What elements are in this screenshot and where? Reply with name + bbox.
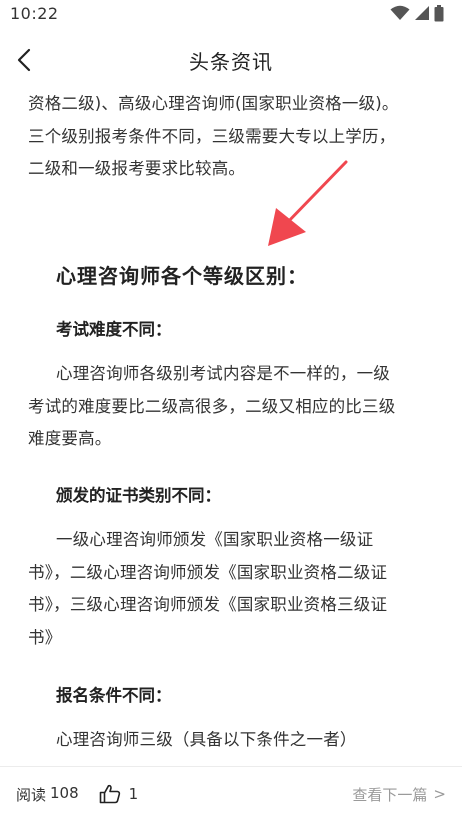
paragraph-registration: 心理咨询师三级（具备以下条件之一者） (28, 724, 438, 757)
article-page: 10:22 头条资讯 资格二级)、高级心理咨询师(国家职业资格一级)。 三个级别… (0, 0, 462, 821)
paragraph-line: 书》 (28, 627, 62, 647)
like-count: 1 (128, 785, 139, 803)
paragraph-line: 心理咨询师各级别考试内容是不一样的，一级 (56, 364, 390, 383)
intro-line: 二级和一级报考要求比较高。 (28, 159, 246, 178)
paragraph-difficulty: 心理咨询师各级别考试内容是不一样的，一级 考试的难度要比二级高很多，二级又相应的… (28, 358, 438, 456)
red-annotation-arrow-icon (268, 160, 348, 246)
status-icons (390, 4, 444, 22)
back-button[interactable] (8, 44, 40, 76)
paragraph-certificate: 一级心理咨询师颁发《国家职业资格一级证 书》，二级心理咨询师颁发《国家职业资格二… (28, 524, 438, 654)
top-navigation-bar: 头条资讯 (0, 38, 462, 82)
bottom-action-bar: 阅读 108 1 查看下一篇 > (0, 766, 462, 821)
wifi-icon (390, 5, 410, 20)
like-button[interactable]: 1 (99, 784, 139, 804)
sub-heading-certificate: 颁发的证书类别不同： (56, 486, 221, 505)
page-title: 头条资讯 (189, 49, 273, 74)
section-heading: 心理咨询师各个等级区别： (56, 264, 308, 288)
battery-icon (434, 4, 444, 21)
chevron-right-icon: > (433, 785, 446, 803)
paragraph-line: 书》，三级心理咨询师颁发《国家职业资格三级证 (28, 595, 388, 614)
cellular-signal-icon (415, 6, 429, 20)
intro-line: 三个级别报考条件不同，三级需要大专以上学历， (28, 126, 396, 146)
paragraph-line: 心理咨询师三级（具备以下条件之一者） (56, 730, 357, 749)
paragraph-line: 难度要高。 (28, 429, 112, 448)
paragraph-line: 书》，二级心理咨询师颁发《国家职业资格二级证 (28, 562, 388, 582)
paragraph-line: 一级心理咨询师颁发《国家职业资格一级证 (56, 530, 374, 549)
chevron-left-icon (17, 48, 31, 72)
paragraph-line: 考试的难度要比二级高很多，二级又相应的比三级 (28, 396, 396, 416)
read-count-value: 108 (50, 783, 79, 802)
intro-line: 资格二级)、高级心理咨询师(国家职业资格一级)。 (28, 94, 399, 113)
intro-paragraph: 资格二级)、高级心理咨询师(国家职业资格一级)。 三个级别报考条件不同，三级需要… (28, 88, 438, 186)
next-article-label: 查看下一篇 (352, 785, 428, 804)
sub-heading-difficulty: 考试难度不同： (56, 320, 172, 339)
sub-heading-registration: 报名条件不同： (56, 686, 172, 705)
read-label: 阅读 (16, 785, 47, 804)
next-article-link[interactable]: 查看下一篇 > (352, 784, 446, 805)
status-time: 10:22 (10, 3, 59, 23)
read-count: 阅读 108 (16, 784, 79, 805)
status-bar: 10:22 (0, 0, 462, 26)
article-body[interactable]: 资格二级)、高级心理咨询师(国家职业资格一级)。 三个级别报考条件不同，三级需要… (0, 88, 462, 766)
thumbs-up-icon (99, 784, 120, 804)
